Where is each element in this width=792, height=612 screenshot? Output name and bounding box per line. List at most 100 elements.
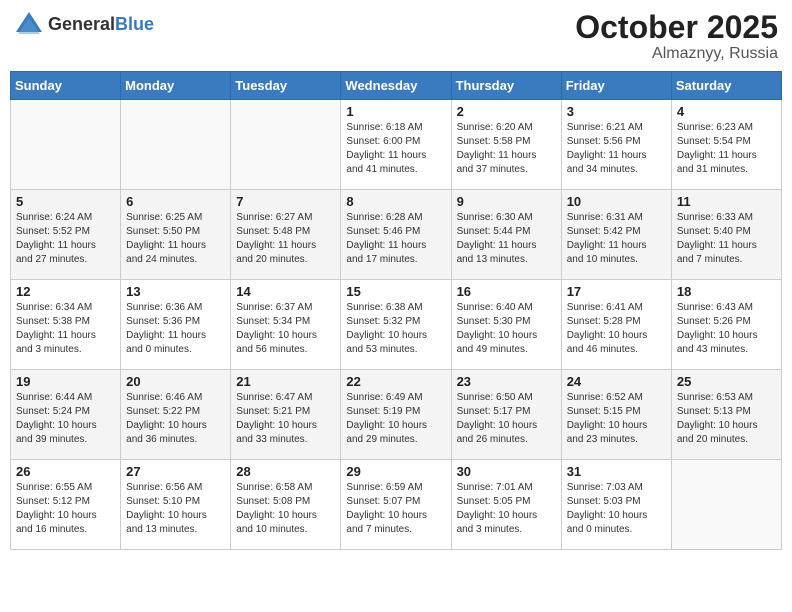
calendar-cell: 17 Sunrise: 6:41 AM Sunset: 5:28 PM Dayli… bbox=[561, 280, 671, 370]
day-number: 29 bbox=[346, 464, 445, 479]
day-number: 30 bbox=[457, 464, 556, 479]
calendar-cell: 21Sunrise: 6:47 AM Sunset: 5:21 PM Dayli… bbox=[231, 370, 341, 460]
location-title: Almaznyy, Russia bbox=[575, 45, 778, 63]
day-number: 5 bbox=[16, 194, 115, 209]
calendar-cell: 24 Sunrise: 6:52 AM Sunset: 5:15 PM Dayli… bbox=[561, 370, 671, 460]
calendar-week-row: 5 Sunrise: 6:24 AM Sunset: 5:52 PM Daylig… bbox=[11, 190, 782, 280]
day-info: Sunrise: 6:58 AM Sunset: 5:08 PM Dayligh… bbox=[236, 481, 335, 537]
day-info: Sunrise: 6:37 AM Sunset: 5:34 PM Dayligh… bbox=[236, 301, 335, 357]
day-number: 6 bbox=[126, 194, 225, 209]
day-info: Sunrise: 6:20 AM Sunset: 5:58 PM Dayligh… bbox=[457, 121, 556, 177]
day-number: 8 bbox=[346, 194, 445, 209]
calendar-cell: 27 Sunrise: 6:56 AM Sunset: 5:10 PM Dayli… bbox=[121, 460, 231, 550]
calendar-week-row: 19 Sunrise: 6:44 AM Sunset: 5:24 PM Dayli… bbox=[11, 370, 782, 460]
calendar-cell: 7 Sunrise: 6:27 AM Sunset: 5:48 PM Daylig… bbox=[231, 190, 341, 280]
day-number: 9 bbox=[457, 194, 556, 209]
day-info: Sunrise: 6:56 AM Sunset: 5:10 PM Dayligh… bbox=[126, 481, 225, 537]
day-number: 27 bbox=[126, 464, 225, 479]
day-number: 11 bbox=[677, 194, 776, 209]
day-number: 2 bbox=[457, 104, 556, 119]
day-info: Sunrise: 6:23 AM Sunset: 5:54 PM Dayligh… bbox=[677, 121, 776, 177]
calendar-cell bbox=[11, 100, 121, 190]
day-number: 12 bbox=[16, 284, 115, 299]
title-block: October 2025 Almaznyy, Russia bbox=[575, 10, 778, 63]
calendar-table: SundayMondayTuesdayWednesdayThursdayFrid… bbox=[10, 71, 782, 550]
day-info: Sunrise: 6:31 AM Sunset: 5:42 PM Dayligh… bbox=[567, 211, 666, 267]
calendar-cell: 28 Sunrise: 6:58 AM Sunset: 5:08 PM Dayli… bbox=[231, 460, 341, 550]
day-info: Sunrise: 6:53 AM Sunset: 5:13 PM Dayligh… bbox=[677, 391, 776, 447]
day-info: Sunrise: 6:49 AM Sunset: 5:19 PM Dayligh… bbox=[346, 391, 445, 447]
day-number: 16 bbox=[457, 284, 556, 299]
calendar-cell: 11 Sunrise: 6:33 AM Sunset: 5:40 PM Dayli… bbox=[671, 190, 781, 280]
calendar-cell: 6Sunrise: 6:25 AM Sunset: 5:50 PM Daylig… bbox=[121, 190, 231, 280]
calendar-week-row: 12 Sunrise: 6:34 AM Sunset: 5:38 PM Dayli… bbox=[11, 280, 782, 370]
weekday-header-thursday: Thursday bbox=[451, 72, 561, 100]
logo: General Blue bbox=[14, 10, 154, 40]
day-number: 19 bbox=[16, 374, 115, 389]
day-number: 26 bbox=[16, 464, 115, 479]
day-info: Sunrise: 6:38 AM Sunset: 5:32 PM Dayligh… bbox=[346, 301, 445, 357]
logo-icon bbox=[14, 10, 44, 40]
day-info: Sunrise: 6:30 AM Sunset: 5:44 PM Dayligh… bbox=[457, 211, 556, 267]
day-number: 18 bbox=[677, 284, 776, 299]
day-info: Sunrise: 6:52 AM Sunset: 5:15 PM Dayligh… bbox=[567, 391, 666, 447]
calendar-cell: 25 Sunrise: 6:53 AM Sunset: 5:13 PM Dayli… bbox=[671, 370, 781, 460]
day-info: Sunrise: 6:18 AM Sunset: 6:00 PM Dayligh… bbox=[346, 121, 445, 177]
day-info: Sunrise: 6:59 AM Sunset: 5:07 PM Dayligh… bbox=[346, 481, 445, 537]
calendar-cell bbox=[671, 460, 781, 550]
day-info: Sunrise: 6:21 AM Sunset: 5:56 PM Dayligh… bbox=[567, 121, 666, 177]
day-info: Sunrise: 6:46 AM Sunset: 5:22 PM Dayligh… bbox=[126, 391, 225, 447]
day-info: Sunrise: 6:24 AM Sunset: 5:52 PM Dayligh… bbox=[16, 211, 115, 267]
day-number: 4 bbox=[677, 104, 776, 119]
calendar-cell: 19 Sunrise: 6:44 AM Sunset: 5:24 PM Dayli… bbox=[11, 370, 121, 460]
weekday-header-tuesday: Tuesday bbox=[231, 72, 341, 100]
calendar-cell bbox=[231, 100, 341, 190]
day-info: Sunrise: 6:41 AM Sunset: 5:28 PM Dayligh… bbox=[567, 301, 666, 357]
calendar-week-row: 1 Sunrise: 6:18 AM Sunset: 6:00 PM Daylig… bbox=[11, 100, 782, 190]
calendar-cell: 22Sunrise: 6:49 AM Sunset: 5:19 PM Dayli… bbox=[341, 370, 451, 460]
calendar-cell: 16Sunrise: 6:40 AM Sunset: 5:30 PM Dayli… bbox=[451, 280, 561, 370]
calendar-cell: 8 Sunrise: 6:28 AM Sunset: 5:46 PM Daylig… bbox=[341, 190, 451, 280]
day-number: 13 bbox=[126, 284, 225, 299]
calendar-cell: 12 Sunrise: 6:34 AM Sunset: 5:38 PM Dayli… bbox=[11, 280, 121, 370]
day-info: Sunrise: 6:33 AM Sunset: 5:40 PM Dayligh… bbox=[677, 211, 776, 267]
calendar-cell: 9 Sunrise: 6:30 AM Sunset: 5:44 PM Daylig… bbox=[451, 190, 561, 280]
day-info: Sunrise: 7:01 AM Sunset: 5:05 PM Dayligh… bbox=[457, 481, 556, 537]
calendar-cell: 26 Sunrise: 6:55 AM Sunset: 5:12 PM Dayli… bbox=[11, 460, 121, 550]
weekday-header-wednesday: Wednesday bbox=[341, 72, 451, 100]
calendar-cell: 29 Sunrise: 6:59 AM Sunset: 5:07 PM Dayli… bbox=[341, 460, 451, 550]
month-title: October 2025 bbox=[575, 10, 778, 45]
page-header: General Blue October 2025 Almaznyy, Russ… bbox=[10, 10, 782, 63]
day-number: 15 bbox=[346, 284, 445, 299]
day-info: Sunrise: 6:47 AM Sunset: 5:21 PM Dayligh… bbox=[236, 391, 335, 447]
day-info: Sunrise: 6:55 AM Sunset: 5:12 PM Dayligh… bbox=[16, 481, 115, 537]
day-info: Sunrise: 6:28 AM Sunset: 5:46 PM Dayligh… bbox=[346, 211, 445, 267]
calendar-cell: 15 Sunrise: 6:38 AM Sunset: 5:32 PM Dayli… bbox=[341, 280, 451, 370]
day-info: Sunrise: 6:44 AM Sunset: 5:24 PM Dayligh… bbox=[16, 391, 115, 447]
day-number: 7 bbox=[236, 194, 335, 209]
calendar-cell bbox=[121, 100, 231, 190]
day-number: 20 bbox=[126, 374, 225, 389]
calendar-cell: 2 Sunrise: 6:20 AM Sunset: 5:58 PM Daylig… bbox=[451, 100, 561, 190]
day-info: Sunrise: 6:27 AM Sunset: 5:48 PM Dayligh… bbox=[236, 211, 335, 267]
calendar-cell: 1 Sunrise: 6:18 AM Sunset: 6:00 PM Daylig… bbox=[341, 100, 451, 190]
calendar-week-row: 26 Sunrise: 6:55 AM Sunset: 5:12 PM Dayli… bbox=[11, 460, 782, 550]
day-number: 3 bbox=[567, 104, 666, 119]
calendar-cell: 13Sunrise: 6:36 AM Sunset: 5:36 PM Dayli… bbox=[121, 280, 231, 370]
day-number: 14 bbox=[236, 284, 335, 299]
day-number: 17 bbox=[567, 284, 666, 299]
calendar-cell: 14 Sunrise: 6:37 AM Sunset: 5:34 PM Dayli… bbox=[231, 280, 341, 370]
calendar-cell: 10Sunrise: 6:31 AM Sunset: 5:42 PM Dayli… bbox=[561, 190, 671, 280]
day-number: 24 bbox=[567, 374, 666, 389]
day-number: 28 bbox=[236, 464, 335, 479]
weekday-header-sunday: Sunday bbox=[11, 72, 121, 100]
day-info: Sunrise: 6:34 AM Sunset: 5:38 PM Dayligh… bbox=[16, 301, 115, 357]
day-number: 1 bbox=[346, 104, 445, 119]
calendar-cell: 31Sunrise: 7:03 AM Sunset: 5:03 PM Dayli… bbox=[561, 460, 671, 550]
calendar-cell: 4 Sunrise: 6:23 AM Sunset: 5:54 PM Daylig… bbox=[671, 100, 781, 190]
day-number: 25 bbox=[677, 374, 776, 389]
weekday-header-saturday: Saturday bbox=[671, 72, 781, 100]
logo-text-general: General bbox=[48, 15, 115, 35]
day-number: 23 bbox=[457, 374, 556, 389]
weekday-header-friday: Friday bbox=[561, 72, 671, 100]
